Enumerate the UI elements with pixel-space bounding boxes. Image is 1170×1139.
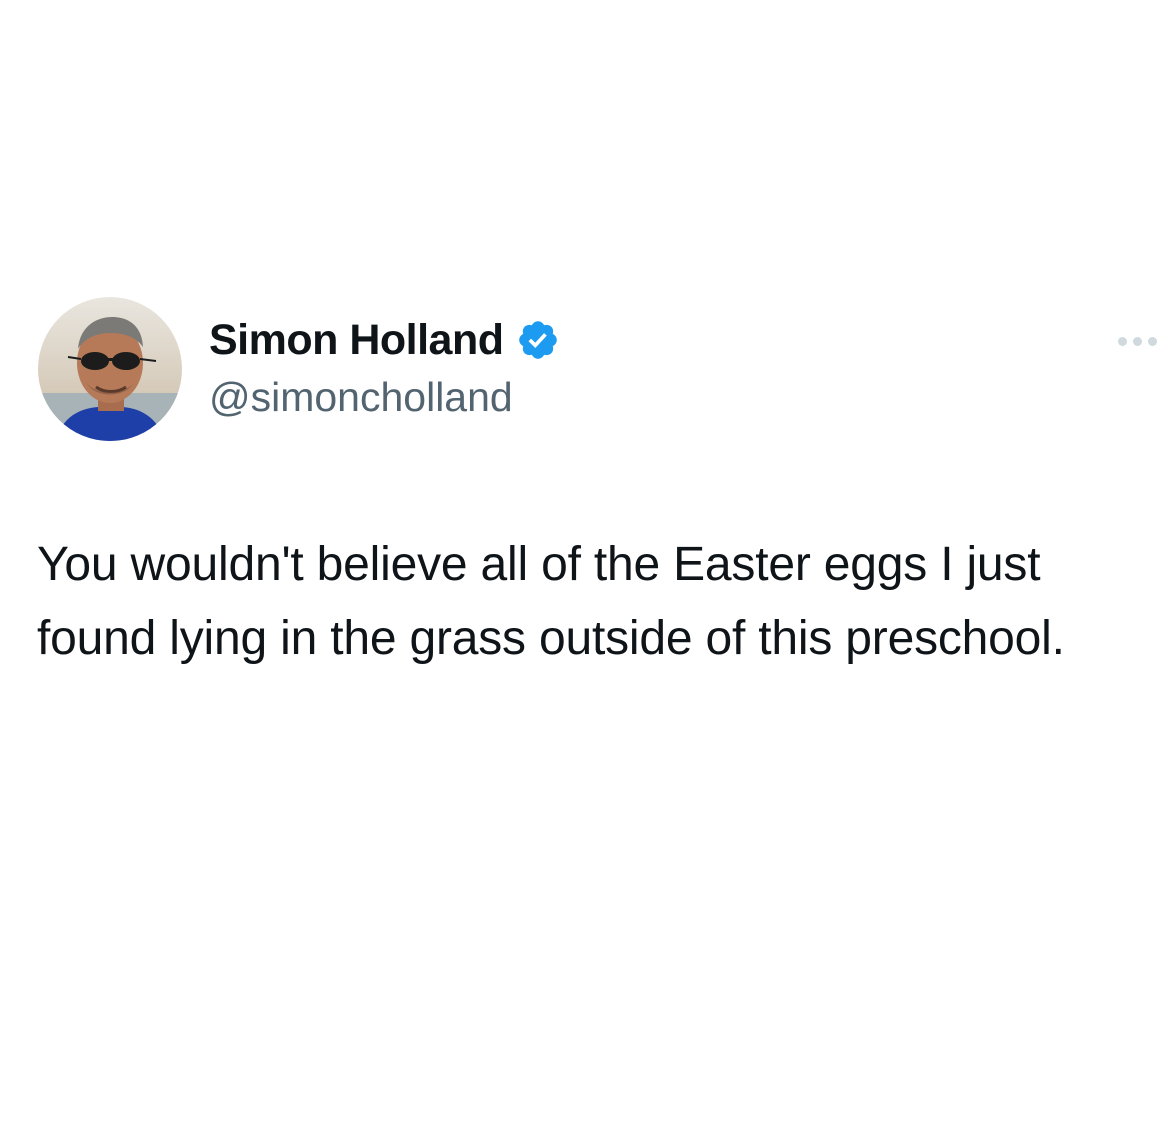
avatar[interactable]	[38, 297, 182, 441]
verified-badge-icon	[516, 318, 560, 362]
more-dot	[1118, 336, 1127, 346]
more-options-icon[interactable]	[1118, 326, 1170, 356]
tweet-card: Simon Holland @simoncholland You wouldn'…	[0, 0, 1170, 1139]
avatar-photo	[38, 297, 182, 441]
author-name-row: Simon Holland	[209, 312, 560, 368]
author-handle[interactable]: @simoncholland	[209, 374, 513, 421]
more-dot	[1148, 336, 1157, 346]
author-display-name[interactable]: Simon Holland	[209, 316, 504, 365]
tweet-text: You wouldn't believe all of the Easter e…	[37, 538, 1065, 665]
more-dot	[1133, 336, 1142, 346]
